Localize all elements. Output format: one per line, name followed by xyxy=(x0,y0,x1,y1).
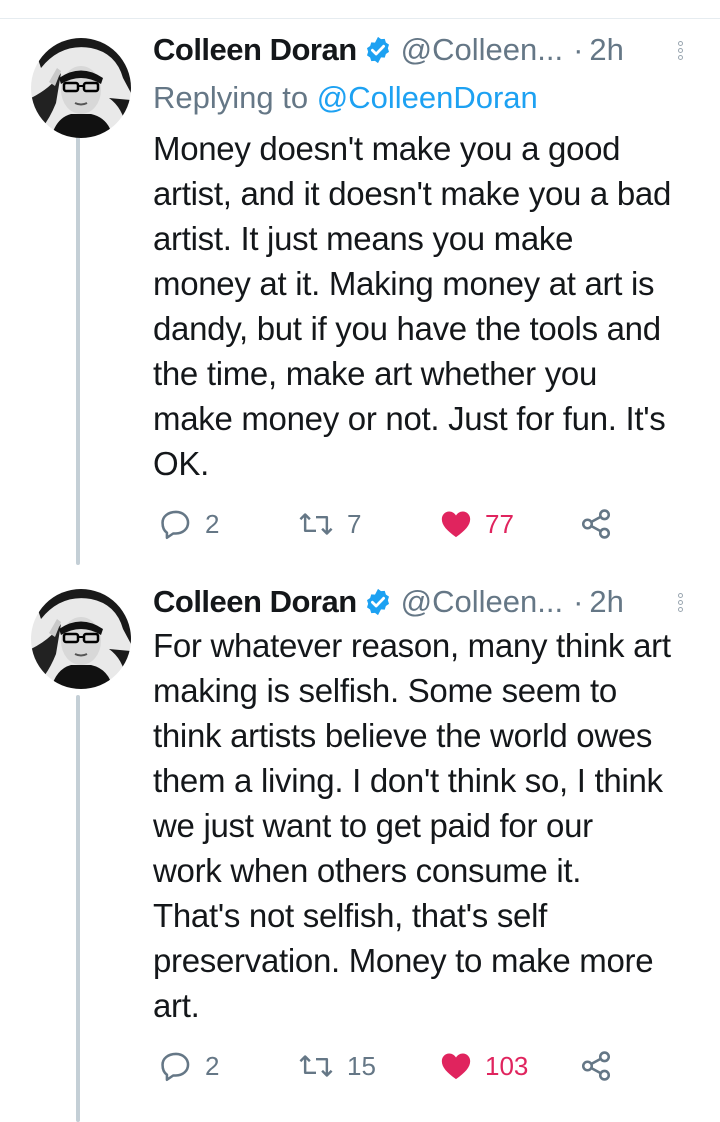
tweet-text-line: artist, and it doesn't make you a bad xyxy=(153,175,672,212)
reply-button[interactable]: 2 xyxy=(159,1046,219,1086)
avatar[interactable] xyxy=(31,589,131,689)
tweet-text-line: them a living. I don't think so, I think xyxy=(153,762,663,799)
tweet-text: Money doesn't make you a good artist, an… xyxy=(153,126,713,486)
retweet-button[interactable]: 7 xyxy=(297,504,361,544)
retweet-count: 15 xyxy=(347,1050,376,1081)
tweet-text-line: artist. It just means you make xyxy=(153,220,574,257)
verified-badge-icon xyxy=(363,35,393,65)
tweet-text-line: For whatever reason, many think art xyxy=(153,627,671,664)
tweet-text-line: dandy, but if you have the tools and xyxy=(153,310,661,347)
author-handle[interactable]: @Colleen... xyxy=(401,32,563,68)
reply-icon xyxy=(161,510,190,540)
share-button[interactable] xyxy=(579,504,625,544)
like-count: 77 xyxy=(485,508,514,539)
tweet-header: Colleen Doran @Colleen... · 2h xyxy=(153,28,690,72)
tweet-actions: 2 15 103 xyxy=(153,1046,623,1086)
tweet-text-line: Money doesn't make you a good xyxy=(153,130,621,167)
tweet-text-line: preservation. Money to make more xyxy=(153,942,654,979)
tweet-text: For whatever reason, many think art maki… xyxy=(153,623,713,1028)
replying-to: Replying to @ColleenDoran xyxy=(153,80,538,116)
tweet-text-line: making is selfish. Some seem to xyxy=(153,672,617,709)
tweet-text-line: make money or not. Just for fun. It's xyxy=(153,400,666,437)
tweet-text-line: art. xyxy=(153,987,200,1024)
retweet-button[interactable]: 15 xyxy=(297,1046,376,1086)
reply-count: 2 xyxy=(205,1050,220,1081)
more-options-icon[interactable] xyxy=(678,39,688,62)
avatar[interactable] xyxy=(31,38,131,138)
reply-icon xyxy=(161,1052,190,1082)
share-icon xyxy=(581,1051,611,1081)
mention-link[interactable]: @ColleenDoran xyxy=(317,80,538,115)
tweet-text-line: work when others consume it. xyxy=(153,852,582,889)
tweet-text-line: money at it. Making money at art is xyxy=(153,265,655,302)
retweet-icon xyxy=(299,1055,333,1077)
like-button[interactable]: 103 xyxy=(439,1046,528,1086)
reply-count: 2 xyxy=(205,508,220,539)
share-button[interactable] xyxy=(579,1046,625,1086)
replying-prefix: Replying to xyxy=(153,80,317,115)
separator-dot: · xyxy=(573,32,584,67)
author-handle[interactable]: @Colleen... xyxy=(401,584,563,620)
author-name[interactable]: Colleen Doran xyxy=(153,584,357,620)
verified-badge-icon xyxy=(363,587,393,617)
like-count: 103 xyxy=(485,1050,529,1081)
timestamp[interactable]: 2h xyxy=(589,584,623,620)
heart-icon xyxy=(441,511,471,538)
tweet-text-line: we just want to get paid for our xyxy=(153,807,593,844)
like-button[interactable]: 77 xyxy=(439,504,514,544)
retweet-icon xyxy=(299,513,333,535)
tweet[interactable]: Colleen Doran @Colleen... · 2h Replying … xyxy=(0,0,720,570)
separator-dot: · xyxy=(573,584,584,619)
heart-icon xyxy=(441,1053,471,1080)
tweet-text-line: OK. xyxy=(153,445,209,482)
tweet[interactable]: Colleen Doran @Colleen... · 2h For whate… xyxy=(0,570,720,1122)
more-options-icon[interactable] xyxy=(678,591,688,614)
tweet-text-line: think artists believe the world owes xyxy=(153,717,653,754)
tweet-text-line: the time, make art whether you xyxy=(153,355,598,392)
tweet-text-line: That's not selfish, that's self xyxy=(153,897,547,934)
reply-button[interactable]: 2 xyxy=(159,504,219,544)
timestamp[interactable]: 2h xyxy=(589,32,623,68)
share-icon xyxy=(581,509,611,539)
retweet-count: 7 xyxy=(347,508,362,539)
tweet-header: Colleen Doran @Colleen... · 2h xyxy=(153,580,690,624)
tweet-actions: 2 7 77 xyxy=(153,504,623,544)
author-name[interactable]: Colleen Doran xyxy=(153,32,357,68)
